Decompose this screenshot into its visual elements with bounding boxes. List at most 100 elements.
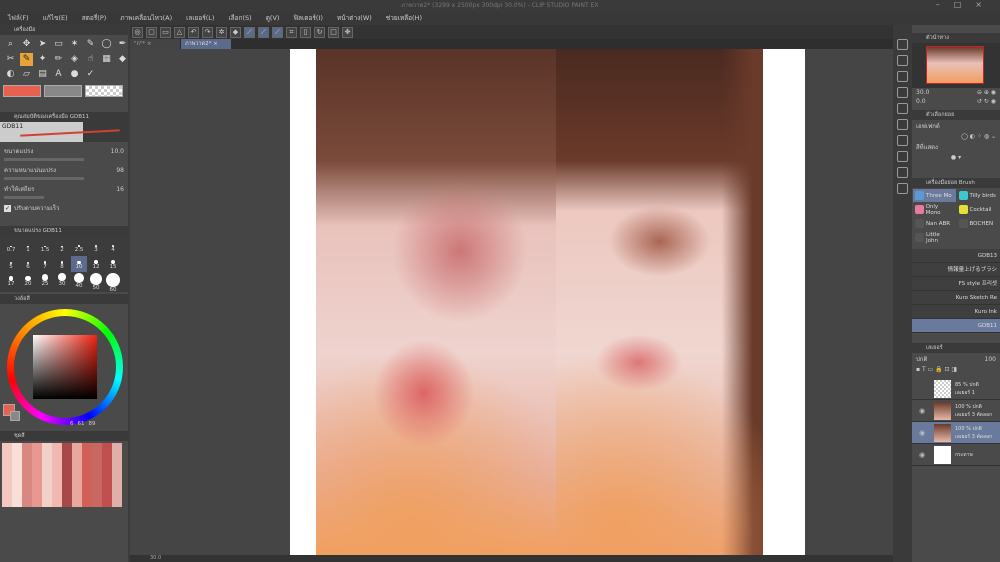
zoom-tool-icon[interactable]: ⌕	[4, 38, 17, 51]
palette-swatch[interactable]	[12, 451, 22, 459]
rotate-buttons[interactable]: ↺ ↻ ◉	[977, 98, 996, 105]
menu-filter[interactable]: ฟิลเตอร์(I)	[293, 12, 322, 25]
rotate-icon[interactable]: ↻	[314, 26, 325, 38]
palette-swatch[interactable]	[32, 467, 42, 475]
menu-view[interactable]: ดู(V)	[266, 12, 280, 25]
brush-size-option[interactable]: 4	[105, 239, 121, 255]
palette-swatch[interactable]	[82, 443, 92, 451]
palette-swatch[interactable]	[42, 451, 52, 459]
eye-icon[interactable]: ◉	[912, 407, 932, 415]
snap-ruler-icon[interactable]: ⟋	[244, 26, 255, 38]
select-tool-icon[interactable]: ▭	[52, 38, 65, 51]
palette-swatch[interactable]	[52, 499, 62, 507]
clip-studio-icon[interactable]: ◎	[132, 26, 143, 38]
navigator-zoom[interactable]: 30.0	[916, 89, 929, 96]
speed-checkbox[interactable]: ✓	[4, 204, 11, 212]
palette-swatch[interactable]	[12, 491, 22, 499]
layer-row[interactable]: ◉ 100 % ปกติ เลเยอร์ 3 คัดลอก	[912, 422, 1000, 444]
blend-mode-dropdown[interactable]: ปกติ	[916, 354, 927, 364]
stabilize-value[interactable]: 16	[116, 186, 124, 193]
palette-swatch[interactable]	[62, 491, 72, 499]
palette-swatch[interactable]	[62, 467, 72, 475]
zoom-buttons[interactable]: ⊖ ⊕ ◉	[977, 89, 996, 96]
palette-swatch[interactable]	[2, 451, 12, 459]
palette-swatch[interactable]	[12, 459, 22, 467]
gradient-icon[interactable]: ◐	[4, 68, 17, 81]
palette-swatch[interactable]	[2, 459, 12, 467]
palette-swatch[interactable]	[102, 475, 112, 483]
pen-icon[interactable]: ✒	[116, 38, 129, 51]
palette-swatch[interactable]	[112, 499, 122, 507]
palette-swatch[interactable]	[52, 475, 62, 483]
palette-swatch[interactable]	[32, 451, 42, 459]
palette-swatch[interactable]	[52, 483, 62, 491]
palette-swatch[interactable]	[42, 459, 52, 467]
brush-size-option[interactable]: 12	[88, 256, 104, 272]
palette-swatch[interactable]	[92, 475, 102, 483]
palette-swatch[interactable]	[112, 475, 122, 483]
page-icon[interactable]: ▯	[300, 26, 311, 38]
fill-tool-icon[interactable]: ◈	[68, 53, 81, 66]
palette-swatch[interactable]	[112, 467, 122, 475]
palette-swatch[interactable]	[32, 483, 42, 491]
palette-swatch[interactable]	[82, 483, 92, 491]
figure-icon[interactable]: ▱	[20, 68, 33, 81]
palette-swatch[interactable]	[22, 451, 32, 459]
palette-swatch[interactable]	[92, 499, 102, 507]
palette-swatch[interactable]	[52, 451, 62, 459]
undo-icon[interactable]: ↶	[188, 26, 199, 38]
palette-swatch[interactable]	[32, 459, 42, 467]
brush-size-option[interactable]: 0.7	[3, 239, 19, 255]
palette-swatch[interactable]	[112, 491, 122, 499]
sub-color-swatch[interactable]	[44, 85, 82, 97]
palette-swatch[interactable]	[12, 499, 22, 507]
eye-icon[interactable]: ◉	[912, 451, 932, 459]
palette-swatch[interactable]	[112, 483, 122, 491]
palette-swatch[interactable]	[22, 459, 32, 467]
palette-swatch[interactable]	[22, 483, 32, 491]
palette-swatch[interactable]	[62, 451, 72, 459]
layer-tool-buttons[interactable]: ▪ T ▭ 🔒 ⊡ ◨	[916, 366, 957, 373]
palette-swatch[interactable]	[82, 451, 92, 459]
menu-help[interactable]: ช่วยเหลือ(H)	[386, 12, 422, 25]
palette-swatch[interactable]	[82, 491, 92, 499]
brush-item[interactable]: Kuro Sketch Re	[912, 291, 1000, 305]
brush-group[interactable]: Only Mono	[913, 203, 956, 216]
brush-size-option[interactable]: 7	[37, 256, 53, 272]
palette-swatch[interactable]	[42, 483, 52, 491]
palette-swatch[interactable]	[72, 475, 82, 483]
menu-story[interactable]: สตอรี่(P)	[82, 12, 107, 25]
brush-size-option[interactable]: 60	[105, 273, 121, 293]
brush-group[interactable]: Little John	[913, 231, 956, 244]
density-value[interactable]: 98	[116, 167, 124, 174]
tab-document-2[interactable]: ภาพวาด2* ×	[181, 39, 231, 49]
palette-swatch[interactable]	[62, 443, 72, 451]
material-icon[interactable]	[897, 55, 908, 66]
material-icon-8[interactable]	[897, 167, 908, 178]
snap-grid-icon[interactable]: ⟋	[272, 26, 283, 38]
operation-tool-icon[interactable]: ➤	[36, 38, 49, 51]
saturation-value-square[interactable]	[33, 335, 97, 399]
export-icon[interactable]: △	[174, 26, 185, 38]
palette-swatch[interactable]	[2, 467, 12, 475]
palette-swatch[interactable]	[2, 483, 12, 491]
layer-row[interactable]: ◉ กระดาษ	[912, 444, 1000, 466]
palette-swatch[interactable]	[92, 483, 102, 491]
brush-group[interactable]: Cocktail	[957, 203, 1000, 216]
layer-row[interactable]: 85 % ปกติ เลเยอร์ 1	[912, 378, 1000, 400]
brush-size-option[interactable]: 15	[105, 256, 121, 272]
palette-swatch[interactable]	[32, 499, 42, 507]
brush-size-option[interactable]: 6	[20, 256, 36, 272]
palette-swatch[interactable]	[22, 443, 32, 451]
palette-swatch[interactable]	[62, 483, 72, 491]
display-color-dropdown[interactable]: ● ▾	[951, 154, 961, 161]
brush-size-option[interactable]: 2.5	[71, 239, 87, 255]
palette-swatch[interactable]	[102, 467, 112, 475]
palette-swatch[interactable]	[82, 475, 92, 483]
brush-tool-icon[interactable]: ✎	[20, 53, 33, 66]
palette-swatch[interactable]	[52, 443, 62, 451]
palette-swatch[interactable]	[22, 491, 32, 499]
palette-swatch[interactable]	[102, 491, 112, 499]
palette-swatch[interactable]	[52, 467, 62, 475]
balloon-icon[interactable]: ●	[68, 68, 81, 81]
